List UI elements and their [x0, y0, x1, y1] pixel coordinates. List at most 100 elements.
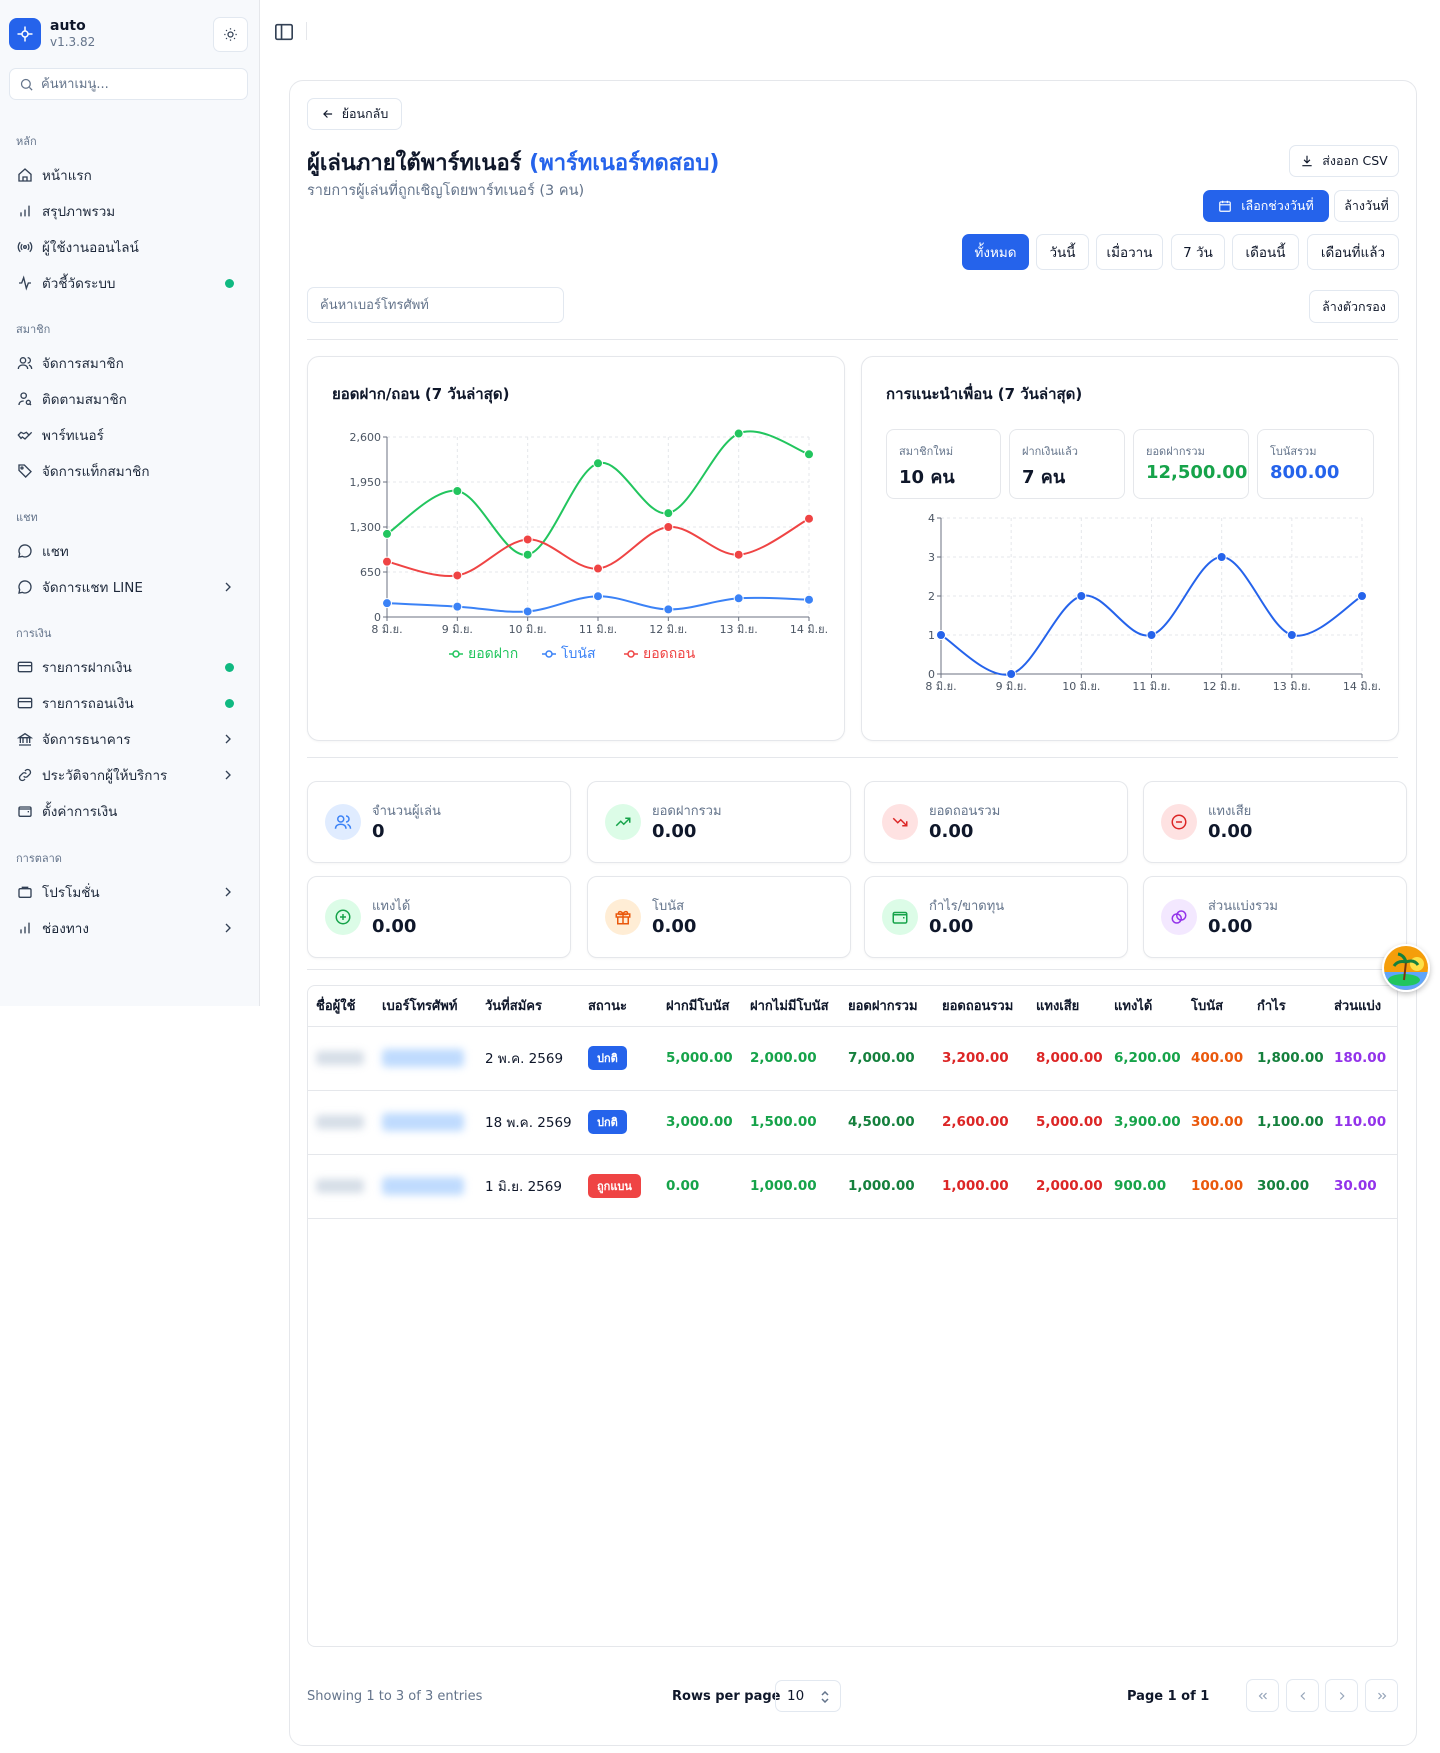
- arrow-left-icon: [322, 110, 332, 118]
- stat-label: โบนัส: [652, 899, 685, 914]
- radio-icon: [16, 238, 34, 256]
- blurred-username: [316, 1051, 364, 1065]
- nav-label: จัดการแท็กสมาชิก: [42, 464, 150, 480]
- dep-bonus-cell: 3,000.00: [658, 1090, 742, 1155]
- win-cell: 900.00: [1106, 1154, 1183, 1219]
- stat-value: 0.00: [929, 821, 974, 842]
- wd-total-cell: 1,000.00: [934, 1154, 1028, 1219]
- last-page-button[interactable]: [1365, 1679, 1398, 1712]
- column-header[interactable]: แทงเสีย: [1028, 986, 1106, 1027]
- filter-last-month-button[interactable]: เดือนที่แล้ว: [1307, 234, 1399, 270]
- wd-total-cell: 3,200.00: [934, 1026, 1028, 1091]
- nav-member-tags[interactable]: จัดการแท็กสมาชิก: [8, 455, 250, 487]
- nav-label: จัดการสมาชิก: [42, 356, 124, 372]
- nav-withdrawals[interactable]: รายการถอนเงิน: [8, 687, 250, 719]
- clear-filters-button[interactable]: ล้างตัวกรอง: [1309, 290, 1399, 323]
- table-row[interactable]: 1 มิ.ย. 2569 ถูกแบน 0.00 1,000.00 1,000.00 1,…: [308, 1154, 1397, 1219]
- column-header[interactable]: แทงได้: [1106, 986, 1183, 1027]
- filter-all-button[interactable]: ทั้งหมด: [962, 234, 1029, 270]
- nav-provider-history[interactable]: ประวัติจากผู้ให้บริการ: [8, 759, 250, 791]
- status-badge: ถูกแบน: [588, 1174, 641, 1198]
- column-header[interactable]: สถานะ: [580, 986, 658, 1027]
- column-header[interactable]: ฝากไม่มีโบนัส: [742, 986, 840, 1027]
- divider: [306, 22, 307, 40]
- nav-line-chat[interactable]: จัดการแชท LINE: [8, 571, 250, 603]
- stat-card: ยอดถอนรวม 0.00: [864, 781, 1128, 863]
- profit-cell: 1,100.00: [1249, 1090, 1326, 1155]
- column-header[interactable]: กำไร: [1249, 986, 1326, 1027]
- filter-yesterday-button[interactable]: เมื่อวาน: [1096, 234, 1163, 270]
- table-row[interactable]: 2 พ.ค. 2569 ปกติ 5,000.00 2,000.00 7,000.00 3…: [308, 1026, 1397, 1091]
- wallet-icon: [882, 899, 918, 935]
- prev-page-button[interactable]: [1286, 1679, 1319, 1712]
- nav-home[interactable]: หน้าแรก: [8, 159, 250, 191]
- column-header[interactable]: ยอดถอนรวม: [934, 986, 1028, 1027]
- nav-label: ประวัติจากผู้ให้บริการ: [42, 768, 168, 784]
- nav-promotions[interactable]: โปรโมชั่น: [8, 876, 250, 908]
- column-header[interactable]: ชื่อผู้ใช้: [308, 986, 374, 1027]
- nav-channels[interactable]: ช่องทาง: [8, 912, 250, 944]
- column-header[interactable]: ฝากมีโบนัส: [658, 986, 742, 1027]
- filter-7days-button[interactable]: 7 วัน: [1171, 234, 1225, 270]
- nav-overview[interactable]: สรุปภาพรวม: [8, 195, 250, 227]
- brand[interactable]: auto v1.3.82: [9, 18, 95, 50]
- first-page-button[interactable]: [1246, 1679, 1279, 1712]
- message-circle-icon: [16, 578, 34, 596]
- nav-banks[interactable]: จัดการธนาคาร: [8, 723, 250, 755]
- referral-chart: 012348 มิ.ย. 9 มิ.ย. 10 มิ.ย. 11 มิ.ย. 12 มิ…: [925, 512, 1381, 693]
- date-range-button[interactable]: เลือกช่วงวันที่: [1203, 190, 1329, 222]
- back-button[interactable]: ย้อนกลับ: [307, 98, 402, 130]
- nav-chat[interactable]: แชท: [8, 535, 250, 567]
- nav-manage-members[interactable]: จัดการสมาชิก: [8, 347, 250, 379]
- clear-date-button[interactable]: ล้างวันที่: [1334, 190, 1399, 222]
- next-page-button[interactable]: [1325, 1679, 1358, 1712]
- sidebar-toggle-icon[interactable]: [274, 23, 294, 41]
- filter-today-button[interactable]: วันนี้: [1036, 234, 1089, 270]
- rows-per-page-value: 10: [787, 1688, 805, 1704]
- table-body: 2 พ.ค. 2569 ปกติ 5,000.00 2,000.00 7,000.00 3…: [308, 1026, 1397, 1219]
- column-header[interactable]: ส่วนแบ่ง: [1326, 986, 1397, 1027]
- app-logo-icon: [9, 18, 41, 50]
- x-tick-label: 8 มิ.ย.: [925, 680, 956, 693]
- nav-label: ช่องทาง: [42, 921, 89, 937]
- data-point: [452, 486, 463, 496]
- status-cell: ถูกแบน: [580, 1154, 658, 1219]
- column-header[interactable]: โบนัส: [1183, 986, 1249, 1027]
- phone-search[interactable]: [307, 287, 564, 323]
- nav-track-members[interactable]: ติดตามสมาชิก: [8, 383, 250, 415]
- chevrons-left-icon: [1258, 1692, 1267, 1699]
- export-csv-button[interactable]: ส่งออก CSV: [1289, 145, 1399, 177]
- chevron-right-icon: [225, 582, 231, 592]
- nav-system-metrics[interactable]: ตัวชี้วัดระบบ: [8, 267, 250, 299]
- phone-search-input[interactable]: [308, 288, 563, 322]
- column-header[interactable]: วันที่สมัคร: [477, 986, 580, 1027]
- nav-online-users[interactable]: ผู้ใช้งานออนไลน์: [8, 231, 250, 263]
- nav-partner[interactable]: พาร์ทเนอร์: [8, 419, 250, 451]
- floating-assistant-avatar[interactable]: [1382, 944, 1430, 992]
- chevron-right-icon: [1339, 1691, 1345, 1700]
- deposit-withdraw-chart: 06501,3001,9502,6008 มิ.ย. 9 มิ.ย. 10 มิ.ย…: [350, 428, 828, 662]
- signup-date-cell: 1 มิ.ย. 2569: [477, 1154, 580, 1219]
- theme-toggle-button[interactable]: [213, 17, 248, 52]
- x-tick-label: 12 มิ.ย.: [649, 623, 687, 636]
- y-tick-label: 1,300: [350, 521, 382, 534]
- y-tick-label: 2,600: [350, 431, 382, 444]
- column-header[interactable]: ยอดฝากรวม: [840, 986, 934, 1027]
- rows-per-page-select[interactable]: 10: [775, 1680, 841, 1712]
- nav-label: โปรโมชั่น: [42, 885, 100, 901]
- lose-cell: 2,000.00: [1028, 1154, 1106, 1219]
- column-header[interactable]: เบอร์โทรศัพท์: [374, 986, 477, 1027]
- nav-finance-settings[interactable]: ตั้งค่าการเงิน: [8, 795, 250, 827]
- data-point: [1357, 591, 1367, 601]
- table-row[interactable]: 18 พ.ค. 2569 ปกติ 3,000.00 1,500.00 4,500.00…: [308, 1090, 1397, 1155]
- nav-deposits[interactable]: รายการฝากเงิน: [8, 651, 250, 683]
- data-point: [452, 570, 463, 581]
- data-point: [1146, 630, 1157, 640]
- chevron-right-icon: [225, 734, 231, 744]
- bar-chart-icon: [16, 202, 34, 220]
- menu-search[interactable]: [9, 68, 248, 100]
- menu-search-input[interactable]: [41, 76, 231, 92]
- stat-value: 0.00: [652, 916, 697, 937]
- page-subtitle: รายการผู้เล่นที่ถูกเชิญโดยพาร์ทเนอร์ (3 …: [307, 183, 585, 199]
- filter-this-month-button[interactable]: เดือนนี้: [1232, 234, 1299, 270]
